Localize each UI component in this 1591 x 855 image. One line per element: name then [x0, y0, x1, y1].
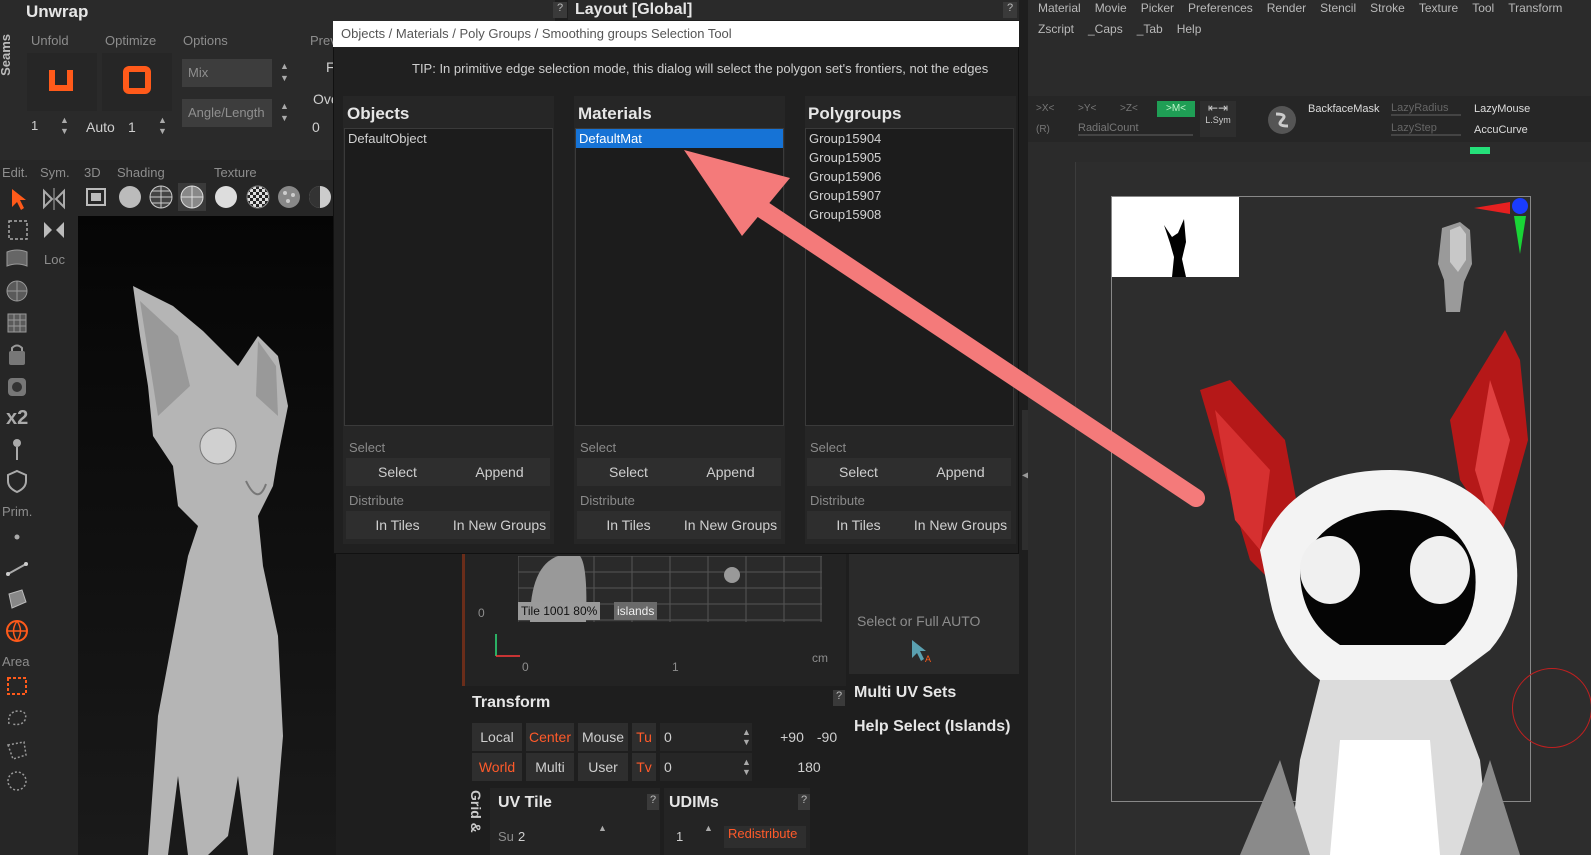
annotation-arrow — [684, 150, 1205, 507]
